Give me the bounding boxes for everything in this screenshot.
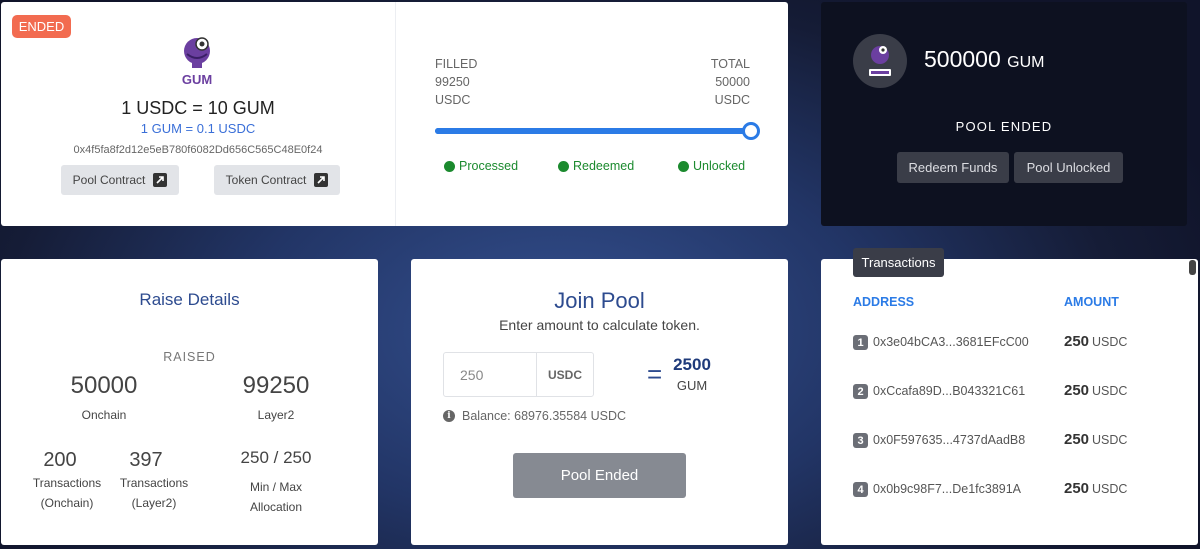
ended-badge: ENDED	[12, 15, 71, 38]
amount-input[interactable]	[444, 353, 536, 396]
rate-sub: 1 GUM = 0.1 USDC	[140, 121, 256, 136]
tx-amount: 250 USDC	[1064, 431, 1128, 448]
onchain-value: 50000	[70, 372, 138, 399]
balance: i Balance: 68976.35584 USDC	[443, 409, 626, 423]
total-label: TOTAL	[710, 57, 750, 71]
tx-layer2-value: 397	[129, 449, 163, 471]
tx-layer2-caption: Transactions (Layer2)	[119, 476, 189, 510]
tx-amount: 250 USDC	[1064, 480, 1128, 497]
tx-onchain-value: 200	[43, 449, 77, 471]
status-dot-icon	[444, 160, 455, 172]
tx-amount: 250 USDC	[1064, 382, 1128, 399]
table-row: 4 0x0b9c98F7...De1fc3891A 250 USDC	[853, 480, 1153, 500]
tx-address: 0x0b9c98F7...De1fc3891A	[873, 482, 1022, 496]
status-redeemed: Redeemed	[558, 159, 634, 173]
equals-sign: =	[647, 359, 663, 389]
card-divider	[395, 2, 396, 226]
pool-unlocked-button[interactable]: Pool Unlocked	[1014, 152, 1123, 183]
info-icon: i	[443, 410, 455, 422]
layer2-value: 99250	[242, 372, 310, 399]
amount-unit: USDC	[536, 353, 593, 396]
pool-contract-button[interactable]: Pool Contract	[61, 165, 179, 195]
join-pool-card: Join Pool Enter amount to calculate toke…	[411, 259, 788, 545]
allocation-caption: Min / Max Allocation	[249, 480, 303, 514]
progress-fill	[435, 128, 751, 134]
token-contract-button[interactable]: Token Contract	[214, 165, 340, 195]
tx-address: 0x0F597635...4737dAadB8	[873, 433, 1026, 447]
gum-logo: GUM	[175, 34, 219, 88]
onchain-label: Onchain	[81, 408, 127, 422]
token-contract-label: Token Contract	[225, 173, 307, 187]
amount-field: USDC	[443, 352, 594, 397]
scrollbar[interactable]	[1189, 260, 1196, 275]
total-block: TOTAL 50000 USDC	[651, 55, 750, 109]
join-title: Join Pool	[554, 288, 645, 313]
rate-main: 1 USDC = 10 GUM	[121, 98, 275, 118]
pool-info-card: ENDED GUM 1 USDC = 10 GUM 1 GUM = 0.1 US…	[1, 2, 788, 226]
layer2-label: Layer2	[257, 408, 295, 422]
filled-unit: USDC	[435, 93, 471, 107]
pool-contract-label: Pool Contract	[72, 173, 146, 187]
status-dot-icon	[558, 160, 569, 172]
external-link-icon	[153, 173, 168, 187]
total-value: 50000	[715, 75, 750, 89]
filled-label: FILLED	[435, 57, 478, 71]
logo-text: GUM	[182, 72, 212, 87]
external-link-icon	[314, 173, 329, 187]
progress-knob[interactable]	[742, 122, 760, 140]
amount-header: AMOUNT	[1064, 295, 1119, 309]
supply-value: 500000	[924, 46, 1001, 72]
calculated-unit: GUM	[676, 378, 708, 393]
pool-ended-title: POOL ENDED	[955, 119, 1053, 134]
table-row: 3 0x0F597635...4737dAadB8 250 USDC	[853, 431, 1153, 451]
redeem-funds-button[interactable]: Redeem Funds	[897, 152, 1009, 183]
allocation-value: 250 / 250	[240, 448, 312, 467]
tx-address: 0x3e04bCA3...3681EFcC00	[873, 335, 1029, 349]
total-unit: USDC	[714, 93, 750, 107]
row-number: 2	[853, 384, 868, 399]
transactions-card: ADDRESS AMOUNT 1 0x3e04bCA3...3681EFcC00…	[821, 259, 1198, 545]
tx-onchain-caption: Transactions (Onchain)	[32, 476, 102, 510]
token-avatar	[853, 34, 907, 88]
pool-summary-card: 500000 GUM POOL ENDED Redeem Funds Pool …	[821, 2, 1187, 226]
pool-address: 0x4f5fa8f2d12e5eB780f6082Dd656C565C48E0f…	[73, 144, 323, 156]
fill-progress-bar	[435, 122, 760, 140]
raise-details-card: Raise Details RAISED 50000 Onchain 99250…	[1, 259, 378, 545]
table-row: 2 0xCcafa89D...B043321C61 250 USDC	[853, 382, 1153, 402]
table-row: 1 0x3e04bCA3...3681EFcC00 250 USDC	[853, 333, 1153, 353]
status-unlocked: Unlocked	[678, 159, 745, 173]
status-processed: Processed	[444, 159, 518, 173]
row-number: 1	[853, 335, 868, 350]
tx-address: 0xCcafa89D...B043321C61	[873, 384, 1026, 398]
raise-title: Raise Details	[139, 290, 240, 309]
balance-text: Balance: 68976.35584 USDC	[462, 409, 627, 423]
join-subtitle: Enter amount to calculate token.	[499, 317, 700, 333]
address-header: ADDRESS	[853, 295, 915, 309]
filled-value: 99250	[435, 75, 470, 89]
row-number: 3	[853, 433, 868, 448]
row-number: 4	[853, 482, 868, 497]
supply-unit: GUM	[1007, 54, 1045, 71]
raised-label: RAISED	[163, 350, 216, 364]
calculated-value: 2500	[673, 355, 711, 374]
tab-transactions[interactable]: Transactions	[853, 248, 944, 277]
token-supply: 500000 GUM	[924, 46, 1044, 73]
filled-block: FILLED 99250 USDC	[435, 55, 477, 109]
gum-logo-small	[869, 46, 891, 76]
status-dot-icon	[678, 160, 689, 172]
tx-amount: 250 USDC	[1064, 333, 1128, 350]
pool-ended-button[interactable]: Pool Ended	[513, 453, 686, 498]
